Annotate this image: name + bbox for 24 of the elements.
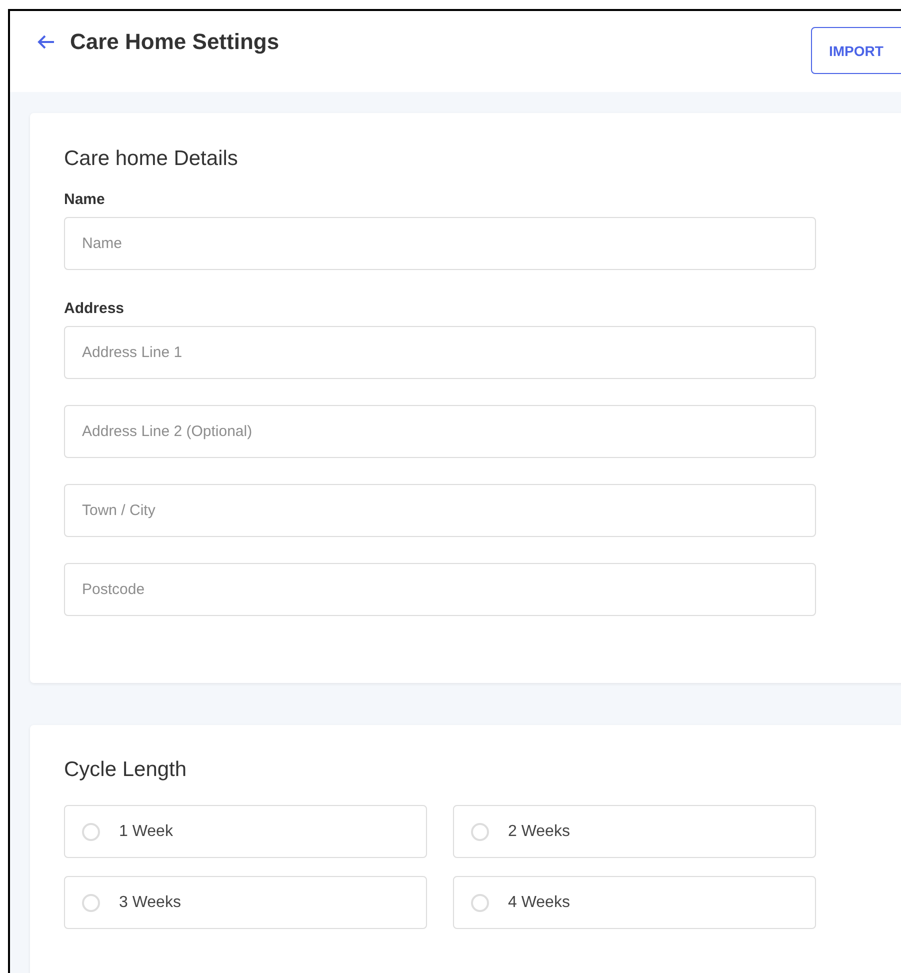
option-label: 4 Weeks [508,894,570,912]
field-label: Address [64,300,126,317]
page-title: Care Home Settings [70,28,280,54]
import-button[interactable]: IMPORT [811,27,901,74]
radio-button[interactable] [82,894,100,912]
radio-option[interactable]: 4 Weeks [453,876,816,929]
section-title: Cycle Length [64,758,188,782]
option-label: 2 Weeks [508,822,570,840]
address-field[interactable]: Address Line 2 (Optional) [64,405,816,458]
field-label: Name [64,191,106,208]
radio-button[interactable] [82,822,100,840]
name-field[interactable]: Name [64,217,816,270]
radio-button[interactable] [471,894,489,912]
address-field[interactable]: Postcode [64,563,816,616]
option-label: 3 Weeks [119,894,181,912]
radio-option[interactable]: 2 Weeks [453,805,816,858]
back-arrow-icon[interactable] [37,34,55,50]
option-label: 1 Week [119,822,173,840]
radio-option[interactable]: 3 Weeks [64,876,427,929]
radio-option[interactable]: 1 Week [64,805,427,858]
address-field[interactable]: Town / City [64,484,816,537]
section-title: Care home Details [64,147,239,171]
address-field[interactable]: Address Line 1 [64,326,816,379]
radio-button[interactable] [471,822,489,840]
